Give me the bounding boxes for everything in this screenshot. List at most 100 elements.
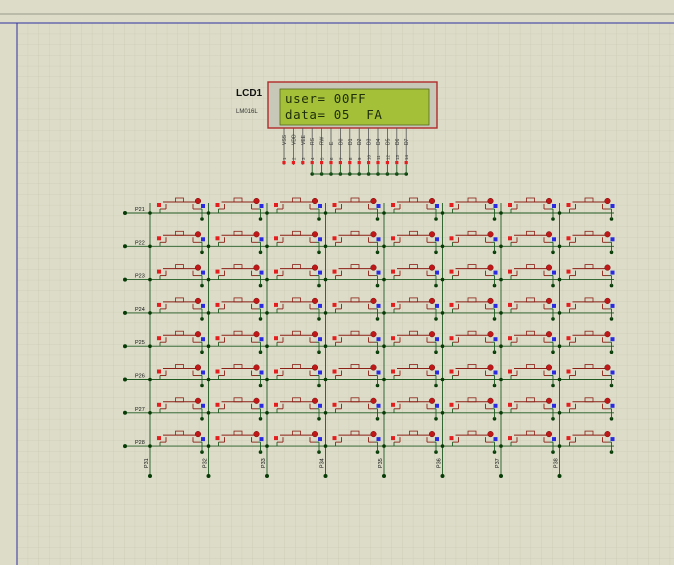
lcd-pin-label: D5 — [385, 138, 391, 145]
switch-junction — [499, 411, 503, 415]
switch-pin-marker — [332, 203, 337, 207]
switch-state-indicator — [194, 231, 202, 238]
lcd-pin-number: 13 — [395, 154, 400, 160]
switch-junction — [499, 277, 503, 282]
switch-junction — [382, 277, 386, 282]
row-terminal[interactable] — [123, 344, 127, 349]
switch-state-indicator — [194, 297, 202, 304]
switch-state-indicator — [311, 197, 319, 205]
switch-pin-marker — [552, 270, 556, 275]
switch-pin-marker — [552, 204, 556, 208]
switch-junction — [499, 377, 503, 382]
switch-pin-marker — [201, 270, 205, 275]
lcd-pin-label: VSS — [282, 134, 288, 145]
row-terminal[interactable] — [123, 377, 127, 382]
switch-junction — [148, 411, 152, 415]
switch-pin-marker — [318, 237, 322, 242]
switch-pin-marker — [318, 270, 322, 275]
switch-state-indicator — [194, 331, 202, 338]
switch-state-indicator — [253, 364, 260, 371]
column-terminal[interactable] — [148, 474, 152, 478]
switch-junction — [382, 311, 386, 315]
switch-pin-marker — [493, 204, 498, 208]
switch-junction — [323, 444, 328, 448]
switch-pin-marker — [493, 270, 498, 275]
column-terminal[interactable] — [557, 474, 562, 478]
row-terminal[interactable] — [123, 410, 127, 415]
lcd-line-2: data= 05 FA — [285, 107, 383, 122]
column-label: P38 — [554, 458, 560, 468]
switch-pin-marker — [391, 336, 395, 341]
lcd-pin-number: 12 — [385, 154, 390, 160]
switch-pin-marker — [376, 403, 381, 408]
switch-pin-marker — [201, 237, 205, 242]
switch-pin-marker — [391, 236, 395, 241]
row-terminal[interactable] — [123, 244, 127, 249]
switch-junction — [265, 311, 269, 315]
lcd-pin-marker — [338, 161, 342, 165]
lcd-pin-marker — [357, 161, 361, 165]
column-label: P33 — [261, 458, 267, 468]
column-label: P32 — [203, 458, 209, 468]
switch-pin-marker — [610, 270, 615, 275]
switch-state-indicator — [370, 331, 377, 338]
lcd-line-1: user= 00FF — [285, 91, 366, 106]
column-terminal[interactable] — [206, 474, 211, 478]
switch-state-indicator — [487, 431, 494, 438]
switch-junction — [323, 211, 328, 215]
switch-state-indicator — [487, 331, 494, 338]
switch-pin-marker — [157, 436, 161, 441]
row-terminal[interactable] — [123, 277, 127, 282]
switch-pin-marker — [449, 369, 454, 374]
switch-state-indicator — [428, 431, 436, 438]
switch-junction — [499, 244, 503, 249]
lcd-pin-label: D3 — [367, 138, 373, 145]
switch-junction — [440, 277, 445, 282]
switch-junction — [323, 244, 328, 249]
switch-junction — [206, 444, 211, 448]
switch-state-indicator — [311, 231, 319, 238]
row-terminal[interactable] — [123, 310, 127, 315]
switch-pin-marker — [610, 204, 615, 208]
lcd-pin-label: D6 — [395, 138, 401, 145]
column-terminal[interactable] — [440, 474, 445, 478]
row-terminal[interactable] — [123, 211, 127, 215]
schematic-canvas[interactable]: LCD1 LM016L user= 00FF data= 05 FA VSS 1 V… — [0, 0, 674, 565]
column-terminal[interactable] — [265, 474, 269, 478]
switch-junction — [440, 411, 445, 415]
switch-pin-marker — [493, 437, 498, 442]
switch-pin-marker — [610, 237, 615, 242]
switch-junction — [557, 377, 562, 382]
switch-state-indicator — [370, 264, 377, 271]
switch-pin-marker — [157, 369, 161, 374]
row-terminal[interactable] — [123, 444, 127, 449]
switch-state-indicator — [370, 431, 377, 438]
column-label: P35 — [378, 458, 384, 468]
switch-pin-marker — [157, 302, 161, 307]
switch-pin-marker — [566, 236, 571, 241]
switch-junction — [557, 344, 562, 349]
column-terminal[interactable] — [382, 474, 386, 478]
switch-pin-marker — [552, 237, 556, 242]
row-label: P27 — [135, 407, 145, 413]
lcd-pin-marker — [376, 161, 380, 165]
switch-pin-marker — [566, 436, 571, 441]
switch-pin-marker — [435, 370, 439, 375]
switch-pin-marker — [376, 303, 381, 308]
switch-pin-marker — [332, 269, 337, 274]
column-terminal[interactable] — [499, 474, 503, 478]
switch-state-indicator — [545, 431, 553, 438]
switch-pin-marker — [449, 302, 454, 307]
switch-pin-marker — [449, 402, 454, 407]
lcd-pin-marker — [367, 161, 371, 165]
switch-pin-marker — [332, 436, 337, 441]
switch-pin-marker — [508, 336, 512, 341]
column-terminal[interactable] — [323, 474, 328, 478]
switch-pin-marker — [259, 204, 264, 208]
switch-state-indicator — [253, 297, 260, 304]
switch-pin-marker — [376, 270, 381, 275]
switch-pin-marker — [318, 337, 322, 342]
switch-pin-marker — [332, 236, 337, 241]
switch-state-indicator — [194, 397, 202, 404]
switch-junction — [440, 311, 445, 315]
